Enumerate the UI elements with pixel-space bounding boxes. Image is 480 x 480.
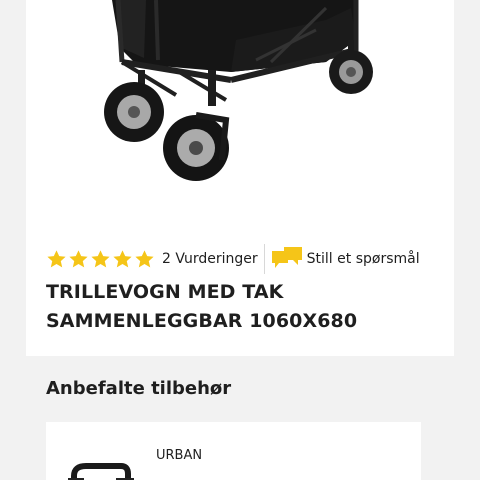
star-icon <box>113 249 132 267</box>
product-image[interactable] <box>26 0 454 232</box>
star-icon <box>47 249 66 267</box>
ask-question-label: Still et spørsmål <box>306 251 420 267</box>
rating-stars[interactable] <box>46 249 155 270</box>
product-title: TRILLEVOGN MED TAK SAMMENLEGGBAR 1060X68… <box>46 281 358 332</box>
rating-row: 2 Vurderinger Still et spørsmål <box>46 243 420 275</box>
product-card: 2 Vurderinger Still et spørsmål TRILLEVO… <box>26 0 454 356</box>
divider <box>263 244 265 274</box>
star-icon <box>135 249 154 267</box>
star-icon <box>91 249 110 267</box>
reviews-count-link[interactable]: 2 Vurderinger <box>162 251 258 267</box>
accessory-card[interactable]: URBAN <box>46 422 421 480</box>
ask-question-button[interactable]: Still et spørsmål <box>270 245 420 273</box>
accessories-heading: Anbefalte tilbehør <box>46 378 232 399</box>
accessory-brand: URBAN <box>156 448 203 463</box>
accessory-image <box>68 463 134 480</box>
star-icon <box>69 249 88 267</box>
chat-bubbles-icon <box>271 247 302 268</box>
